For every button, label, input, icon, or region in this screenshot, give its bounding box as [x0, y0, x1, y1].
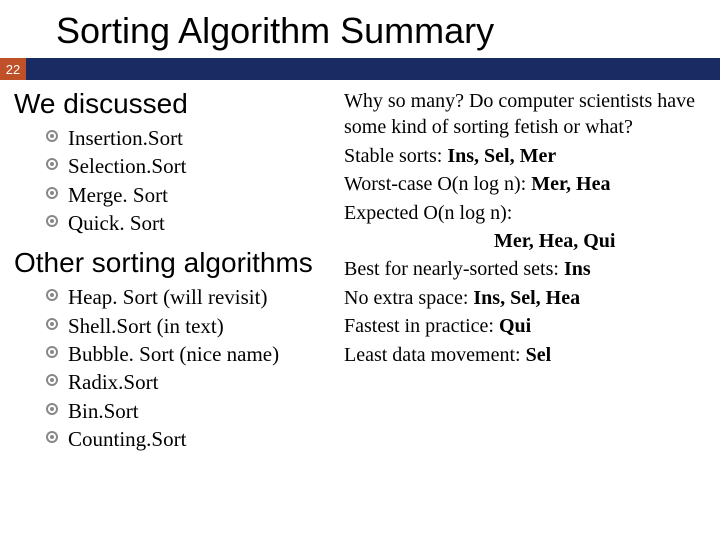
right-column: Why so many? Do computer scientists have… [344, 86, 710, 463]
list-item: Heap. Sort (will revisit) [50, 283, 344, 311]
list-item: Shell.Sort (in text) [50, 312, 344, 340]
list-item: Insertion.Sort [50, 124, 344, 152]
section-heading: We discussed [14, 88, 344, 120]
no-extra-space-line: No extra space: Ins, Sel, Hea [344, 285, 710, 311]
slide: Sorting Algorithm Summary 22 We discusse… [0, 0, 720, 540]
other-list: Heap. Sort (will revisit) Shell.Sort (in… [14, 283, 344, 453]
slide-title: Sorting Algorithm Summary [0, 0, 720, 58]
list-item: Bubble. Sort (nice name) [50, 340, 344, 368]
fastest-line: Fastest in practice: Qui [344, 313, 710, 339]
expected-values: Mer, Hea, Qui [344, 228, 710, 254]
page-bar: 22 [0, 58, 720, 80]
worst-case-line: Worst-case O(n log n): Mer, Hea [344, 171, 710, 197]
section-heading: Other sorting algorithms [14, 247, 344, 279]
left-column: We discussed Insertion.Sort Selection.So… [14, 86, 344, 463]
list-item: Merge. Sort [50, 181, 344, 209]
list-item: Counting.Sort [50, 425, 344, 453]
list-item: Selection.Sort [50, 152, 344, 180]
list-item: Quick. Sort [50, 209, 344, 237]
stable-sorts-line: Stable sorts: Ins, Sel, Mer [344, 143, 710, 169]
discussed-list: Insertion.Sort Selection.Sort Merge. Sor… [14, 124, 344, 237]
expected-line: Expected O(n log n): [344, 200, 710, 226]
page-bar-fill [26, 58, 720, 80]
list-item: Bin.Sort [50, 397, 344, 425]
least-movement-line: Least data movement: Sel [344, 342, 710, 368]
list-item: Radix.Sort [50, 368, 344, 396]
content-area: We discussed Insertion.Sort Selection.So… [0, 80, 720, 463]
page-number-badge: 22 [0, 58, 26, 80]
nearly-sorted-line: Best for nearly-sorted sets: Ins [344, 256, 710, 282]
intro-text: Why so many? Do computer scientists have… [344, 88, 710, 141]
